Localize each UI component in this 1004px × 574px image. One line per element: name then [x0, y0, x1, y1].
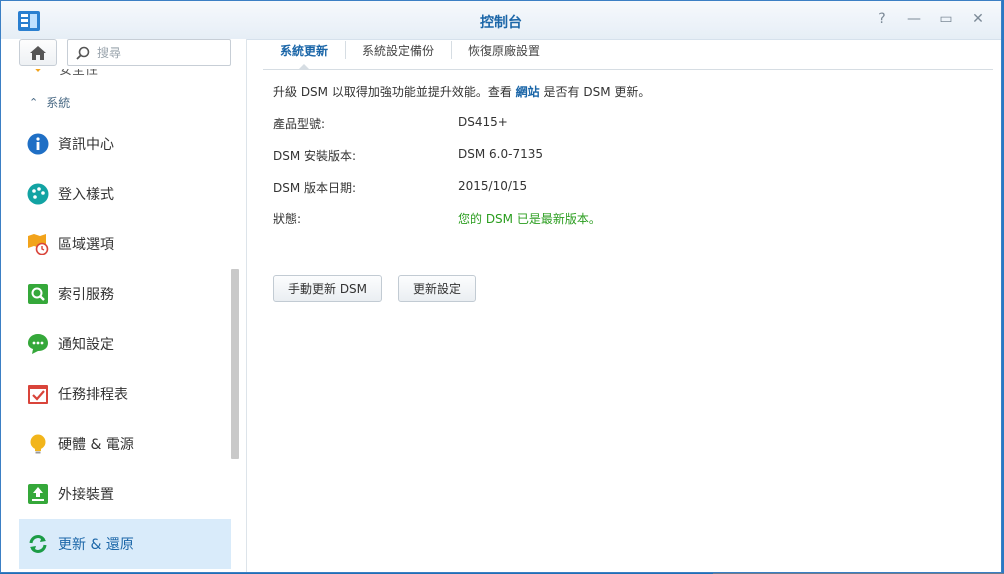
- sidebar: 安全性 ⌃ 系統 資訊中心 登入樣式: [1, 39, 247, 572]
- sidebar-item-regional-options[interactable]: 區域選項: [19, 219, 231, 269]
- home-button[interactable]: [19, 39, 57, 66]
- index-search-icon: [27, 283, 49, 305]
- sidebar-group-system[interactable]: ⌃ 系統: [19, 85, 231, 119]
- close-button[interactable]: ✕: [969, 10, 987, 28]
- action-buttons: 手動更新 DSM 更新設定: [273, 275, 477, 302]
- date-label: DSM 版本日期:: [273, 181, 357, 195]
- maximize-button[interactable]: ▭: [937, 10, 955, 28]
- info-icon: [27, 133, 49, 155]
- website-link[interactable]: 網站: [516, 85, 540, 99]
- sidebar-item-label: 硬體 & 電源: [58, 437, 134, 453]
- sidebar-item-security[interactable]: 安全性: [19, 69, 231, 85]
- tab-factory-reset[interactable]: 恢復原廠設置: [451, 39, 557, 69]
- tab-system-update[interactable]: 系統更新: [263, 39, 345, 70]
- sidebar-item-login-style[interactable]: 登入樣式: [19, 169, 231, 219]
- sidebar-item-label: 登入樣式: [58, 187, 114, 203]
- sidebar-toolbar: [19, 39, 233, 69]
- sidebar-item-label: 區域選項: [58, 237, 114, 253]
- chat-icon: [27, 333, 49, 355]
- sidebar-item-label: 安全性: [59, 69, 99, 78]
- search-box[interactable]: [67, 39, 231, 66]
- sidebar-scrollbar[interactable]: [231, 269, 239, 459]
- tab-bar: 系統更新 系統設定備份 恢復原廠設置: [263, 39, 993, 70]
- intro-prefix: 升級 DSM 以取得加強功能並提升效能。查看: [273, 85, 512, 99]
- search-input[interactable]: [95, 44, 219, 61]
- version-label: DSM 安裝版本:: [273, 149, 357, 163]
- status-value: 您的 DSM 已是最新版本。: [458, 212, 601, 226]
- manual-update-button[interactable]: 手動更新 DSM: [273, 275, 383, 302]
- palette-icon: [27, 183, 49, 205]
- sidebar-item-task-scheduler[interactable]: 任務排程表: [19, 369, 231, 419]
- sidebar-item-label: 外接裝置: [58, 487, 114, 503]
- sidebar-item-label: 索引服務: [58, 287, 114, 303]
- sidebar-item-external-devices[interactable]: 外接裝置: [19, 469, 231, 519]
- update-settings-button[interactable]: 更新設定: [398, 275, 477, 302]
- model-value: DS415+: [458, 115, 508, 129]
- sidebar-item-notification[interactable]: 通知設定: [19, 319, 231, 369]
- chevron-up-icon: ⌃: [29, 95, 39, 109]
- maximize-icon: ▭: [939, 11, 953, 27]
- close-icon: ✕: [972, 11, 984, 27]
- minimize-icon: —: [907, 11, 921, 27]
- model-label: 產品型號:: [273, 117, 326, 131]
- sidebar-item-label: 通知設定: [58, 337, 114, 353]
- sidebar-group-label: 系統: [46, 95, 71, 110]
- upload-icon: [27, 483, 49, 505]
- help-icon: ?: [878, 11, 886, 27]
- sidebar-item-hardware-power[interactable]: 硬體 & 電源: [19, 419, 231, 469]
- search-icon: [76, 46, 90, 60]
- calendar-check-icon: [27, 383, 49, 405]
- date-value: 2015/10/15: [458, 179, 528, 193]
- sidebar-item-index-service[interactable]: 索引服務: [19, 269, 231, 319]
- update-content: 升級 DSM 以取得加強功能並提升效能。查看 網站 是否有 DSM 更新。 產品…: [273, 83, 650, 226]
- title-bar[interactable]: 控制台 ? — ▭ ✕: [1, 1, 1001, 40]
- intro-suffix: 是否有 DSM 更新。: [543, 85, 651, 99]
- window-controls: ? — ▭ ✕: [873, 10, 987, 28]
- sidebar-item-label: 更新 & 還原: [58, 537, 134, 553]
- main-panel: 系統更新 系統設定備份 恢復原廠設置 升級 DSM 以取得加強功能並提升效能。查…: [247, 39, 1001, 572]
- security-icon: [35, 69, 41, 72]
- bulb-icon: [27, 433, 49, 455]
- status-label: 狀態:: [273, 212, 302, 226]
- sidebar-item-label: 任務排程表: [58, 387, 128, 403]
- sidebar-item-label: 資訊中心: [58, 137, 114, 153]
- regional-icon: [27, 233, 49, 255]
- version-value: DSM 6.0-7135: [458, 147, 543, 161]
- sidebar-item-info-center[interactable]: 資訊中心: [19, 119, 231, 169]
- sidebar-item-update-restore[interactable]: 更新 & 還原: [19, 519, 231, 569]
- tab-config-backup[interactable]: 系統設定備份: [345, 39, 451, 69]
- help-button[interactable]: ?: [873, 10, 891, 28]
- window-title: 控制台: [480, 15, 522, 31]
- intro-text: 升級 DSM 以取得加強功能並提升效能。查看 網站 是否有 DSM 更新。: [273, 83, 650, 103]
- sidebar-list: 安全性 ⌃ 系統 資訊中心 登入樣式 區域選項 索引服務 通知設定 任務排程表 …: [19, 69, 231, 572]
- home-icon: [30, 45, 46, 60]
- control-panel-window: 控制台 ? — ▭ ✕ 搜尋 安全性 ⌃ 系統 資訊中心 登入樣式 區域選項 索…: [0, 0, 1002, 573]
- minimize-button[interactable]: —: [905, 10, 923, 28]
- refresh-icon: [27, 533, 49, 555]
